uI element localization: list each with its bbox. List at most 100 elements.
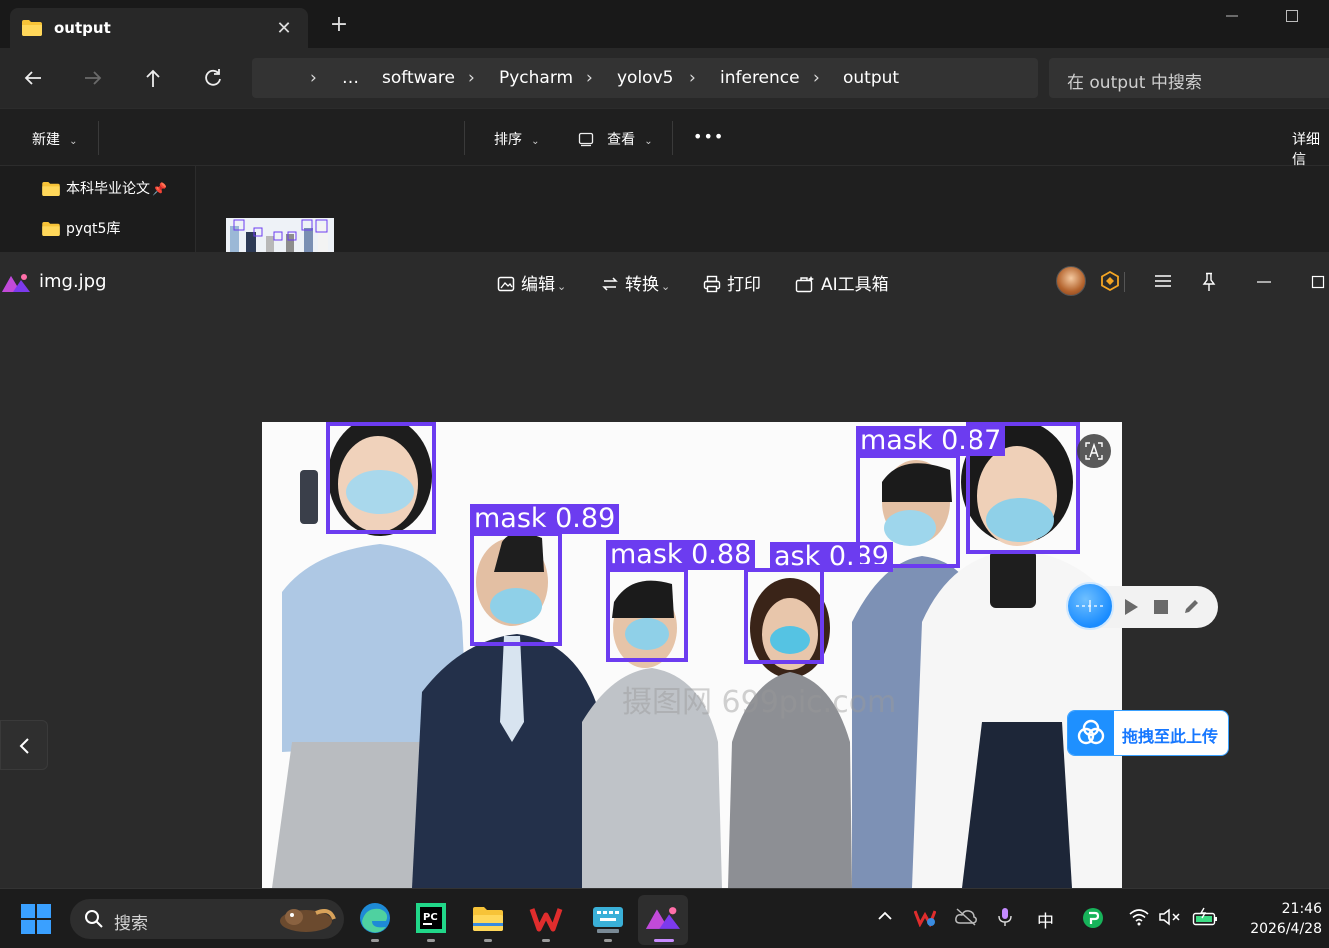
play-icon[interactable] (1122, 598, 1140, 616)
recorder-orb-icon[interactable] (1066, 582, 1114, 630)
battery-charging-icon[interactable] (1192, 907, 1218, 927)
navigation-bar: › … software › Pycharm › yolov5 › infere… (0, 48, 1329, 108)
command-bar: 新建 ⌄ 排序 ⌄ 查看 ⌄ ••• 详细信 (0, 108, 1329, 169)
image-file-thumbnail[interactable] (226, 218, 334, 252)
detection-box (856, 454, 960, 568)
folder-icon (42, 182, 60, 196)
cloud-offline-icon[interactable] (954, 907, 978, 927)
tab-strip: output ✕ + (0, 0, 1329, 48)
microphone-icon[interactable] (996, 907, 1014, 927)
chevron-down-icon: ⌄ (557, 280, 567, 293)
detection-box (326, 422, 436, 534)
wps-tray-icon[interactable] (914, 907, 936, 927)
svg-text:PC: PC (423, 912, 438, 923)
detection-box (744, 568, 824, 664)
maximize-icon[interactable] (1308, 272, 1328, 292)
new-button[interactable]: 新建 ⌄ (32, 129, 77, 149)
search-icon (84, 909, 104, 929)
breadcrumb-pycharm[interactable]: Pycharm (499, 68, 573, 88)
printer-icon (703, 275, 721, 293)
ai-toolbox-button[interactable]: AI工具箱 (795, 270, 889, 295)
view-label: 查看 (607, 132, 636, 148)
more-options-icon[interactable]: ••• (693, 127, 724, 146)
divider (672, 121, 673, 155)
tab-output[interactable]: output ✕ (10, 8, 308, 48)
chevron-right-icon: › (689, 68, 696, 88)
maximize-icon[interactable] (1282, 6, 1302, 26)
edit-label: 编辑 (521, 275, 555, 295)
watermark: 摄图网 699pic.com (622, 685, 896, 720)
print-button[interactable]: 打印 (703, 270, 761, 295)
displayed-image: 摄图网 699pic.com mask 0.89 mask 0.88 ask 0… (262, 422, 1122, 888)
close-tab-icon[interactable]: ✕ (274, 18, 294, 39)
wps-office-icon[interactable] (529, 901, 563, 935)
drag-upload-panel[interactable]: 拖拽至此上传 (1067, 710, 1229, 756)
sort-label: 排序 (494, 132, 522, 148)
convert-button[interactable]: 转换 ⌄ (601, 270, 670, 295)
chevron-right-icon: › (468, 68, 475, 88)
sidebar-item-label: 本科毕业论文 (66, 181, 150, 197)
breadcrumb-ellipsis[interactable]: … (342, 68, 359, 88)
pen-icon[interactable] (1182, 598, 1200, 616)
sidebar-item-thesis[interactable]: 本科毕业论文 📌 (42, 178, 167, 198)
file-explorer-icon[interactable] (471, 901, 505, 935)
running-indicator (371, 939, 379, 942)
sidebar-item-pyqt5[interactable]: pyqt5库 (42, 218, 120, 238)
image-viewer-app-icon[interactable] (646, 901, 680, 935)
refresh-icon[interactable] (199, 64, 227, 92)
detection-label: mask 0.89 (470, 504, 620, 534)
taskbar-search-box[interactable]: 搜索 (70, 899, 344, 939)
ocr-text-recognition-icon[interactable] (1077, 434, 1111, 468)
pin-icon[interactable] (1200, 272, 1218, 292)
user-avatar[interactable] (1056, 266, 1086, 296)
folder-icon (22, 20, 42, 36)
vip-badge-icon[interactable] (1100, 271, 1120, 291)
previous-image-button[interactable] (0, 720, 48, 770)
breadcrumb-output[interactable]: output (843, 68, 899, 88)
windows-start-icon[interactable] (20, 903, 52, 935)
breadcrumb-yolov5[interactable]: yolov5 (617, 68, 673, 88)
divider (98, 121, 99, 155)
sort-button[interactable]: 排序 ⌄ (494, 129, 539, 149)
new-tab-button[interactable]: + (328, 14, 350, 36)
clock[interactable]: 21:46 2026/4/28 (1222, 899, 1322, 939)
address-bar[interactable]: › … software › Pycharm › yolov5 › infere… (252, 58, 1038, 98)
minimize-icon[interactable] (1222, 6, 1242, 26)
new-label: 新建 (32, 132, 60, 148)
ime-indicator[interactable]: 中 (1037, 907, 1054, 932)
image-viewer-window: img.jpg 编辑 ⌄ 转换 ⌄ 打印 AI工具箱 摄图网 699pic.co… (0, 252, 1329, 888)
green-app-tray-icon[interactable] (1082, 907, 1104, 929)
minimize-icon[interactable] (1254, 272, 1274, 292)
clock-date: 2026/4/28 (1250, 921, 1322, 937)
divider (1124, 272, 1125, 292)
up-arrow-icon[interactable] (139, 64, 167, 92)
breadcrumb-software[interactable]: software (382, 68, 455, 88)
detection-box (470, 532, 562, 646)
search-box[interactable]: 在 output 中搜索 (1049, 58, 1329, 98)
viewer-file-title: img.jpg (39, 271, 107, 292)
chevron-down-icon: ⌄ (644, 136, 653, 147)
folder-icon (42, 222, 60, 236)
search-highlight-icon (276, 903, 338, 935)
menu-icon[interactable] (1154, 272, 1172, 290)
search-placeholder: 在 output 中搜索 (1067, 73, 1202, 93)
volume-muted-icon[interactable] (1158, 907, 1182, 927)
navigation-pane: 本科毕业论文 📌 pyqt5库 (0, 166, 196, 252)
edge-browser-icon[interactable] (358, 901, 392, 935)
breadcrumb-inference[interactable]: inference (720, 68, 800, 88)
stop-icon[interactable] (1153, 599, 1169, 615)
details-button[interactable]: 详细信 (1292, 129, 1329, 169)
keyboard-app-icon[interactable] (591, 901, 625, 935)
chevron-right-icon: › (813, 68, 820, 88)
print-label: 打印 (727, 275, 761, 295)
wifi-icon[interactable] (1128, 907, 1150, 927)
pycharm-icon[interactable]: PC (414, 901, 448, 935)
detection-box (606, 568, 688, 662)
view-button[interactable]: 查看 ⌄ (578, 129, 653, 149)
back-arrow-icon[interactable] (19, 64, 47, 92)
active-indicator (654, 939, 674, 942)
edit-button[interactable]: 编辑 ⌄ (497, 270, 566, 295)
running-indicator (542, 939, 550, 942)
chevron-up-icon[interactable] (876, 907, 894, 925)
forward-arrow-icon[interactable] (79, 64, 107, 92)
